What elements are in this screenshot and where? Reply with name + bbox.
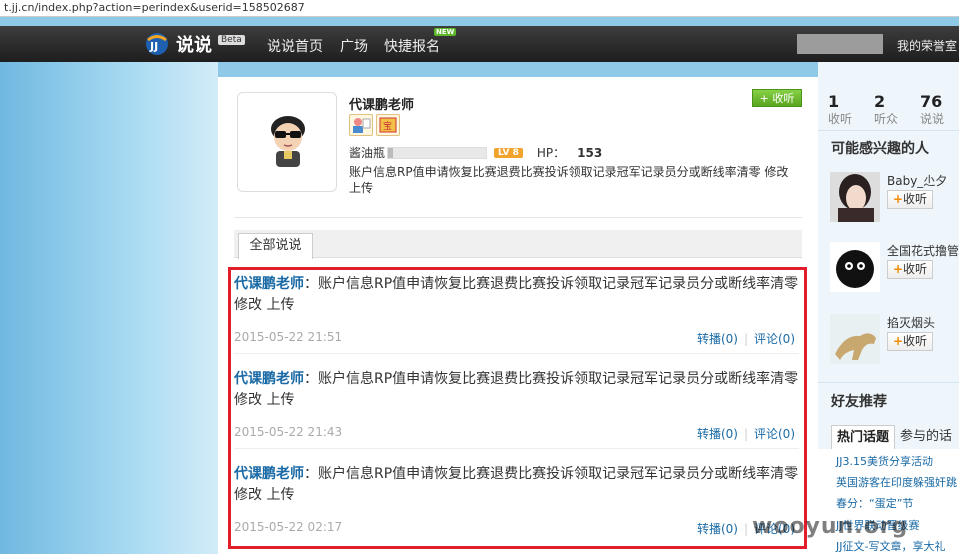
profile-name: 代课鹏老师	[349, 98, 415, 113]
search-input[interactable]	[797, 34, 883, 54]
main-panel: 代课鹏老师 宝 + 收听 酱油瓶 LV 8 HP： 153 账户信息RP值申请恢…	[218, 77, 818, 554]
honor-badge-icon[interactable]: 宝	[376, 114, 400, 136]
post-colon: ：	[304, 466, 318, 482]
post-text-block: 代课鹏老师：账户信息RP值申请恢复比赛退费比赛投诉领取记录冠军记录员分或断线率清…	[234, 274, 799, 316]
post-colon: ：	[304, 371, 318, 387]
post-feed: 代课鹏老师：账户信息RP值申请恢复比赛退费比赛投诉领取记录冠军记录员分或断线率清…	[228, 267, 807, 549]
repost-link[interactable]: 转播(0)	[697, 427, 738, 441]
interest-title: 可能感兴趣的人	[831, 141, 929, 157]
nav-link-quick-signup[interactable]: 快捷报名	[384, 36, 440, 56]
person-name[interactable]: Baby_尐夕	[887, 172, 947, 189]
hot-topic-link[interactable]: JJ征文-写文章，享大礼	[836, 538, 945, 554]
background-sky	[0, 62, 218, 554]
level-badge: LV 8	[494, 147, 523, 158]
post-content: 账户信息RP值申请恢复比赛退费比赛投诉领取记录冠军记录员分或断线率清零 修改 上…	[234, 466, 799, 503]
person-follow-button[interactable]: +收听	[887, 190, 933, 209]
stat-posts[interactable]: 76 说说	[920, 93, 959, 127]
stat-number: 1	[828, 92, 840, 111]
person-name[interactable]: 掐灭烟头	[887, 314, 935, 331]
beta-badge: Beta	[218, 35, 245, 45]
person-avatar[interactable]	[830, 314, 880, 364]
logo-text: 说说	[176, 35, 212, 56]
follow-button[interactable]: + 收听	[752, 89, 802, 107]
rank-line: 酱油瓶 LV 8 HP： 153	[349, 144, 602, 161]
comment-link[interactable]: 评论(0)	[754, 427, 795, 441]
person-avatar[interactable]	[830, 242, 880, 292]
hp-value: 153	[577, 145, 603, 160]
tab-all-posts[interactable]: 全部说说	[238, 233, 313, 259]
site-logo[interactable]: JJ 说说 Beta	[142, 30, 245, 58]
profile-bio: 账户信息RP值申请恢复比赛退费比赛投诉领取记录冠军记录员分或断线率清零 修改 上…	[349, 165, 789, 195]
post-item: 代课鹏老师：账户信息RP值申请恢复比赛退费比赛投诉领取记录冠军记录员分或断线率清…	[234, 464, 799, 536]
stat-number: 76	[920, 92, 943, 111]
stat-label: 收听	[828, 112, 853, 126]
svg-text:JJ: JJ	[149, 40, 158, 53]
post-item: 代课鹏老师：账户信息RP值申请恢复比赛退费比赛投诉领取记录冠军记录员分或断线率清…	[234, 369, 799, 441]
post-author-link[interactable]: 代课鹏老师	[234, 371, 304, 387]
post-time[interactable]: 2015-05-22 21:43	[234, 425, 342, 439]
hot-topic-link[interactable]: 春分：“蛋定”节	[836, 495, 913, 511]
top-nav: JJ 说说 Beta 说说首页 广场 快捷报名 NEW 我的荣誉室	[0, 26, 959, 62]
friends-title: 好友推荐	[831, 394, 887, 410]
person-follow-button[interactable]: +收听	[887, 332, 933, 351]
avatar-cartoon-image	[271, 116, 305, 167]
post-actions: 转播(0) | 评论(0)	[696, 332, 795, 346]
profile-stats: 1 收听 2 听众 76 说说	[828, 93, 959, 127]
nav-link-home[interactable]: 说说首页	[267, 36, 323, 56]
post-author-link[interactable]: 代课鹏老师	[234, 276, 304, 292]
post-time[interactable]: 2015-05-22 02:17	[234, 520, 342, 534]
exp-progress-bar	[387, 146, 488, 159]
stat-following[interactable]: 1 收听	[828, 93, 874, 127]
sidebar-divider	[818, 130, 959, 131]
hot-topic-link[interactable]: 英国游客在印度躲强奸跳	[836, 474, 957, 490]
tab-hot-topics[interactable]: 热门话题	[831, 425, 896, 450]
divider	[234, 217, 802, 218]
jj-logo-icon: JJ	[142, 31, 172, 57]
badge-icons: 宝	[349, 114, 400, 136]
stat-label: 听众	[874, 112, 899, 126]
post-text-block: 代课鹏老师：账户信息RP值申请恢复比赛退费比赛投诉领取记录冠军记录员分或断线率清…	[234, 464, 799, 506]
stat-number: 2	[874, 92, 886, 111]
my-honor-link[interactable]: 我的荣誉室	[897, 37, 957, 54]
post-colon: ：	[304, 276, 318, 292]
url-bar[interactable]: t.jj.cn/index.php?action=perindex&userid…	[0, 0, 959, 17]
repost-link[interactable]: 转播(0)	[697, 522, 738, 536]
person-follow-button[interactable]: +收听	[887, 260, 933, 279]
post-divider	[234, 448, 799, 449]
post-time[interactable]: 2015-05-22 21:51	[234, 330, 342, 344]
post-actions: 转播(0) | 评论(0)	[696, 427, 795, 441]
hp-label: HP：	[536, 146, 566, 160]
stat-label: 说说	[920, 112, 945, 126]
hot-topic-link[interactable]: JJ3.15美货分享活动	[836, 453, 933, 469]
stat-followers[interactable]: 2 听众	[874, 93, 920, 127]
tab-bar: 全部说说	[234, 230, 802, 259]
hot-topic-tabs: 热门话题 参与的话	[831, 425, 957, 450]
nav-link-square[interactable]: 广场	[340, 36, 368, 56]
post-content: 账户信息RP值申请恢复比赛退费比赛投诉领取记录冠军记录员分或断线率清零 修改 上…	[234, 276, 799, 313]
repost-link[interactable]: 转播(0)	[697, 332, 738, 346]
person-name[interactable]: 全国花式撸管	[887, 242, 959, 259]
sidebar-divider	[818, 382, 959, 383]
avatar[interactable]	[237, 92, 337, 192]
comment-link[interactable]: 评论(0)	[754, 332, 795, 346]
svg-text:宝: 宝	[383, 120, 392, 132]
rank-label: 酱油瓶	[349, 146, 386, 160]
exp-progress-fill	[388, 147, 393, 158]
person-avatar[interactable]	[830, 172, 880, 222]
post-author-link[interactable]: 代课鹏老师	[234, 466, 304, 482]
tab-joined-topics[interactable]: 参与的话	[895, 425, 957, 450]
post-item: 代课鹏老师：账户信息RP值申请恢复比赛退费比赛投诉领取记录冠军记录员分或断线率清…	[234, 274, 799, 346]
post-content: 账户信息RP值申请恢复比赛退费比赛投诉领取记录冠军记录员分或断线率清零 修改 上…	[234, 371, 799, 408]
post-text-block: 代课鹏老师：账户信息RP值申请恢复比赛退费比赛投诉领取记录冠军记录员分或断线率清…	[234, 369, 799, 411]
new-badge: NEW	[434, 28, 457, 36]
watermark: wooyun.org	[752, 514, 909, 539]
person-badge-icon[interactable]	[349, 114, 373, 136]
post-divider	[234, 353, 799, 354]
